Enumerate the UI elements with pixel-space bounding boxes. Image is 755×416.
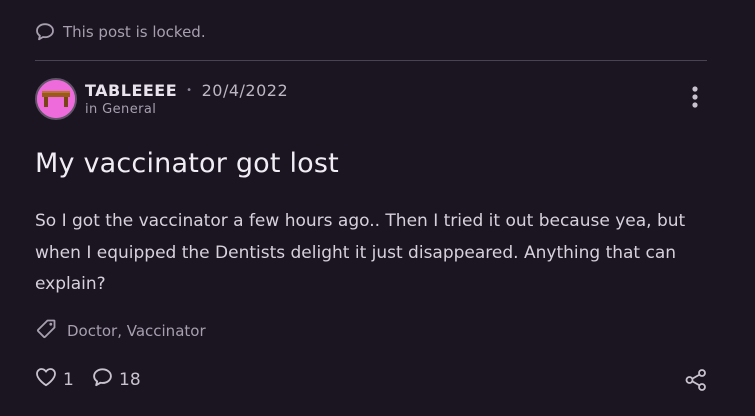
author-meta: TABLEEEE • 20/4/2022 in General bbox=[85, 81, 288, 117]
comment-button[interactable]: 18 bbox=[92, 367, 141, 393]
post-category[interactable]: in General bbox=[85, 102, 288, 117]
post-title: My vaccinator got lost bbox=[35, 148, 339, 179]
table-avatar-image bbox=[37, 80, 75, 118]
tags-text[interactable]: Doctor, Vaccinator bbox=[67, 322, 206, 340]
post-tags: Doctor, Vaccinator bbox=[35, 318, 206, 344]
share-icon bbox=[684, 369, 708, 396]
share-button[interactable] bbox=[684, 368, 708, 392]
author-name[interactable]: TABLEEEE bbox=[85, 81, 177, 100]
post-author-row: TABLEEEE • 20/4/2022 in General bbox=[35, 78, 288, 120]
meta-separator: • bbox=[186, 85, 193, 96]
speech-bubble-icon bbox=[35, 22, 55, 42]
post-body: So I got the vaccinator a few hours ago.… bbox=[35, 211, 686, 294]
author-line: TABLEEEE • 20/4/2022 bbox=[85, 81, 288, 100]
tag-icon bbox=[35, 318, 57, 344]
like-button[interactable]: 1 bbox=[35, 367, 74, 392]
more-options-button[interactable] bbox=[686, 86, 704, 112]
vertical-dots-icon bbox=[692, 86, 698, 112]
post-date: 20/4/2022 bbox=[201, 81, 289, 100]
like-count: 1 bbox=[63, 369, 74, 390]
comment-icon bbox=[92, 367, 113, 393]
header-divider bbox=[35, 60, 707, 61]
locked-notice-text: This post is locked. bbox=[63, 23, 206, 41]
comment-count: 18 bbox=[119, 370, 141, 390]
avatar[interactable] bbox=[35, 78, 77, 120]
heart-icon bbox=[35, 367, 57, 392]
locked-notice: This post is locked. bbox=[35, 22, 206, 42]
